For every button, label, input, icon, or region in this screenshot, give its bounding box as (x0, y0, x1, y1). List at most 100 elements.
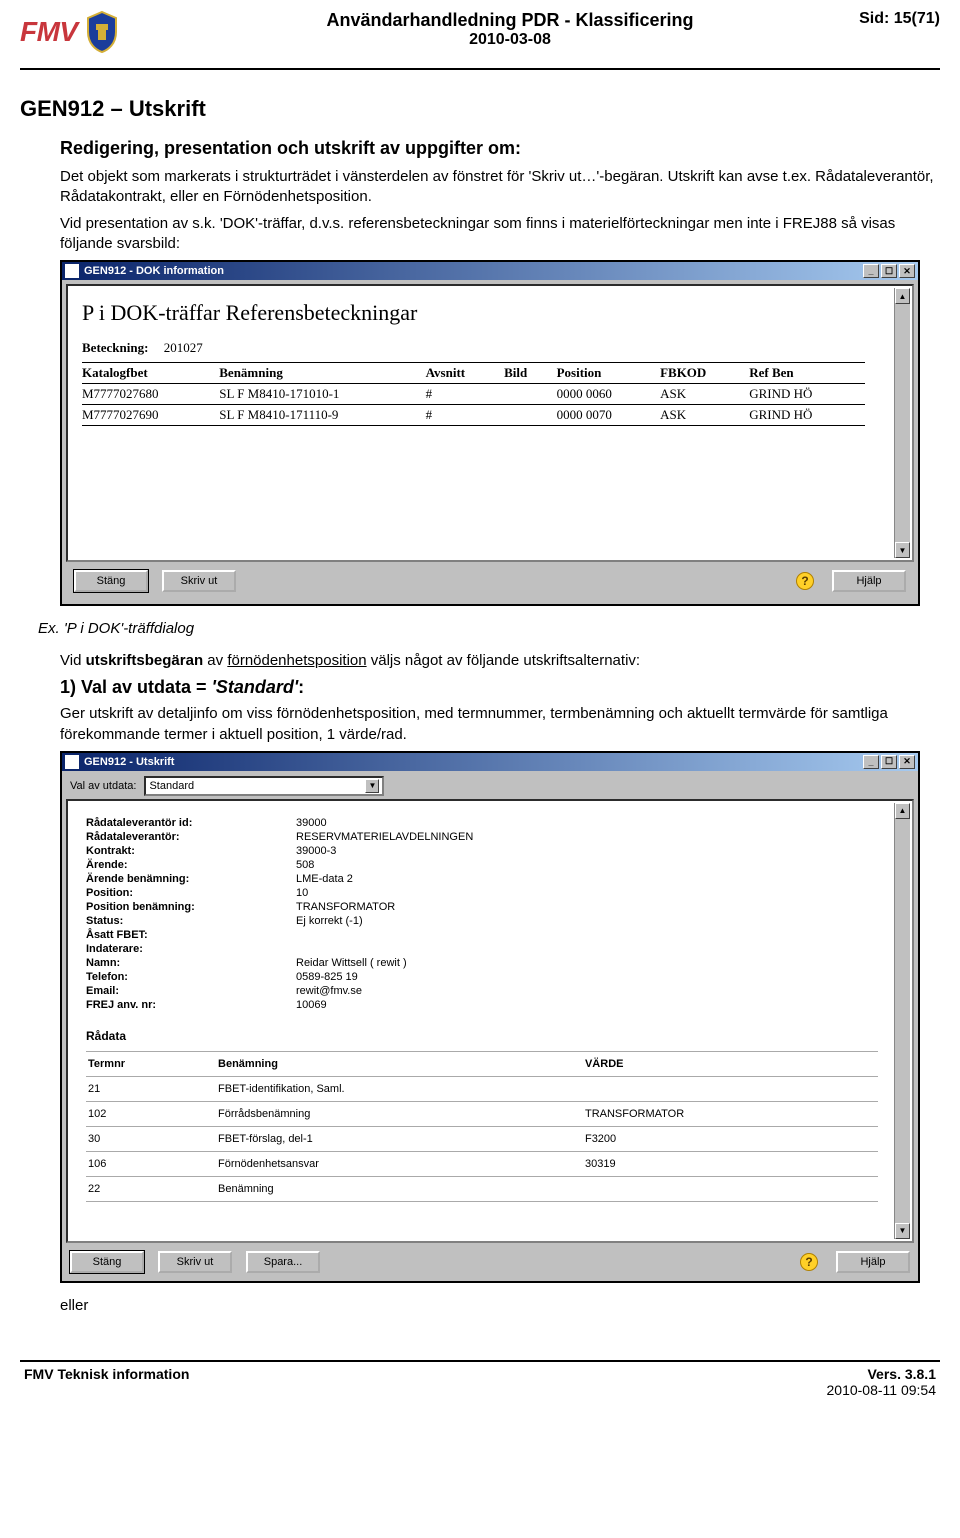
fmv-logo-text: FMV (20, 16, 78, 48)
button-row: Stäng Skriv ut Spara... ? Hjälp (62, 1243, 918, 1281)
titlebar[interactable]: GEN912 - Utskrift _ ☐ ✕ (62, 753, 918, 771)
info-key: Ärende: (86, 859, 296, 871)
save-button[interactable]: Spara... (246, 1251, 320, 1273)
utdata-select[interactable]: Standard ▼ (144, 776, 384, 796)
info-grid: Rådataleverantör id:39000Rådataleverantö… (82, 811, 898, 1021)
info-key: Åsatt FBET: (86, 929, 296, 941)
footer-timestamp: 2010-08-11 09:54 (827, 1382, 937, 1398)
info-value: 508 (296, 859, 894, 871)
window-icon (65, 264, 79, 278)
column-header: Ref Ben (749, 363, 865, 384)
column-header: Benämning (216, 1051, 583, 1076)
paragraph-utskriftsbegaran: Vid utskriftsbegäran av förnödenhetsposi… (60, 651, 940, 671)
info-value: TRANSFORMATOR (296, 901, 894, 913)
dialog-heading: P i DOK-träffar Referensbeteckningar (82, 300, 898, 326)
doc-title: Användarhandledning PDR - Klassificering… (220, 10, 800, 49)
page-number: Sid: 15(71) (800, 10, 940, 28)
info-value: Reidar Wittsell ( rewit ) (296, 957, 894, 969)
close-button[interactable]: Stäng (74, 570, 148, 592)
info-key: Position: (86, 887, 296, 899)
info-key: Status: (86, 915, 296, 927)
window-title: GEN912 - DOK information (84, 265, 224, 277)
info-value: 10069 (296, 999, 894, 1011)
opt-prefix: 1) Val av utdata = (60, 677, 212, 697)
column-header: Benämning (219, 363, 425, 384)
scroll-down-icon[interactable]: ▼ (895, 1223, 910, 1239)
dialog-utskrift: GEN912 - Utskrift _ ☐ ✕ Val av utdata: S… (60, 751, 920, 1283)
help-button[interactable]: Hjälp (836, 1251, 910, 1273)
window-title: GEN912 - Utskrift (84, 756, 174, 768)
help-button[interactable]: Hjälp (832, 570, 906, 592)
results-table: KatalogfbetBenämningAvsnittBildPositionF… (82, 362, 865, 426)
table-row: 102FörrådsbenämningTRANSFORMATOR (86, 1101, 878, 1126)
content-pane: P i DOK-träffar Referensbeteckningar Bet… (66, 284, 914, 562)
document-footer: FMV Teknisk information Vers. 3.8.1 2010… (20, 1360, 940, 1398)
subheading: Redigering, presentation och utskrift av… (60, 138, 940, 159)
scroll-up-icon[interactable]: ▲ (895, 288, 910, 304)
table-row: M7777027680SL F M8410-171010-1#0000 0060… (82, 384, 865, 405)
info-value (296, 943, 894, 955)
opt-suffix: : (298, 677, 304, 697)
doc-title-line2: 2010-03-08 (220, 31, 800, 49)
utdata-label: Val av utdata: (70, 780, 136, 792)
column-header: Bild (504, 363, 557, 384)
info-key: Rådataleverantör: (86, 831, 296, 843)
paragraph-2: Vid presentation av s.k. 'DOK'-träffar, … (60, 214, 940, 255)
table-row: 22Benämning (86, 1176, 878, 1201)
rawdata-heading: Rådata (82, 1021, 898, 1049)
column-header: Termnr (86, 1051, 216, 1076)
print-button[interactable]: Skriv ut (162, 570, 236, 592)
info-value: rewit@fmv.se (296, 985, 894, 997)
beteckning-label: Beteckning: (82, 340, 148, 355)
info-key: Rådataleverantör id: (86, 817, 296, 829)
info-value: Ej korrekt (-1) (296, 915, 894, 927)
column-header: Avsnitt (426, 363, 504, 384)
chevron-down-icon: ▼ (365, 779, 379, 793)
info-key: Namn: (86, 957, 296, 969)
section-heading: GEN912 – Utskrift (20, 96, 940, 122)
print-button[interactable]: Skriv ut (158, 1251, 232, 1273)
maximize-button[interactable]: ☐ (881, 755, 897, 769)
info-value: RESERVMATERIELAVDELNINGEN (296, 831, 894, 843)
doc-title-line1: Användarhandledning PDR - Klassificering (220, 10, 800, 31)
footer-left: FMV Teknisk information (24, 1366, 189, 1398)
column-header: Position (557, 363, 660, 384)
logo-block: FMV (20, 10, 220, 54)
info-value: LME-data 2 (296, 873, 894, 885)
info-key: Telefon: (86, 971, 296, 983)
titlebar[interactable]: GEN912 - DOK information _ ☐ ✕ (62, 262, 918, 280)
table-row: 106Förnödenhetsansvar30319 (86, 1151, 878, 1176)
info-value (296, 929, 894, 941)
table-row: 30FBET-förslag, del-1F3200 (86, 1126, 878, 1151)
scroll-up-icon[interactable]: ▲ (895, 803, 910, 819)
info-value: 39000 (296, 817, 894, 829)
table-row: 21FBET-identifikation, Saml. (86, 1076, 878, 1101)
column-header: VÄRDE (583, 1051, 878, 1076)
utdata-value: Standard (149, 780, 194, 792)
maximize-button[interactable]: ☐ (881, 264, 897, 278)
minimize-button[interactable]: _ (863, 755, 879, 769)
footer-version: Vers. 3.8.1 (827, 1366, 937, 1382)
dialog-dok-information: GEN912 - DOK information _ ☐ ✕ P i DOK-t… (60, 260, 920, 606)
beteckning-value: 201027 (164, 340, 203, 355)
paragraph-standard-desc: Ger utskrift av detaljinfo om viss förnö… (60, 704, 940, 745)
paragraph-1: Det objekt som markerats i strukturträde… (60, 167, 940, 208)
scrollbar[interactable]: ▲ ▼ (894, 803, 910, 1239)
close-button[interactable]: ✕ (899, 755, 915, 769)
close-button[interactable]: ✕ (899, 264, 915, 278)
info-value: 10 (296, 887, 894, 899)
close-button[interactable]: Stäng (70, 1251, 144, 1273)
scrollbar[interactable]: ▲ ▼ (894, 288, 910, 558)
column-header: FBKOD (660, 363, 749, 384)
info-key: Ärende benämning: (86, 873, 296, 885)
scroll-down-icon[interactable]: ▼ (895, 542, 910, 558)
eller-text: eller (60, 1297, 940, 1314)
beteckning-row: Beteckning: 201027 (82, 340, 898, 356)
figure-caption: Ex. 'P i DOK'-träffdialog (38, 620, 940, 637)
option-heading: 1) Val av utdata = 'Standard': (60, 677, 940, 698)
info-key: Position benämning: (86, 901, 296, 913)
rawdata-table: TermnrBenämningVÄRDE 21FBET-identifikati… (86, 1051, 878, 1202)
info-key: FREJ anv. nr: (86, 999, 296, 1011)
info-value: 0589-825 19 (296, 971, 894, 983)
minimize-button[interactable]: _ (863, 264, 879, 278)
